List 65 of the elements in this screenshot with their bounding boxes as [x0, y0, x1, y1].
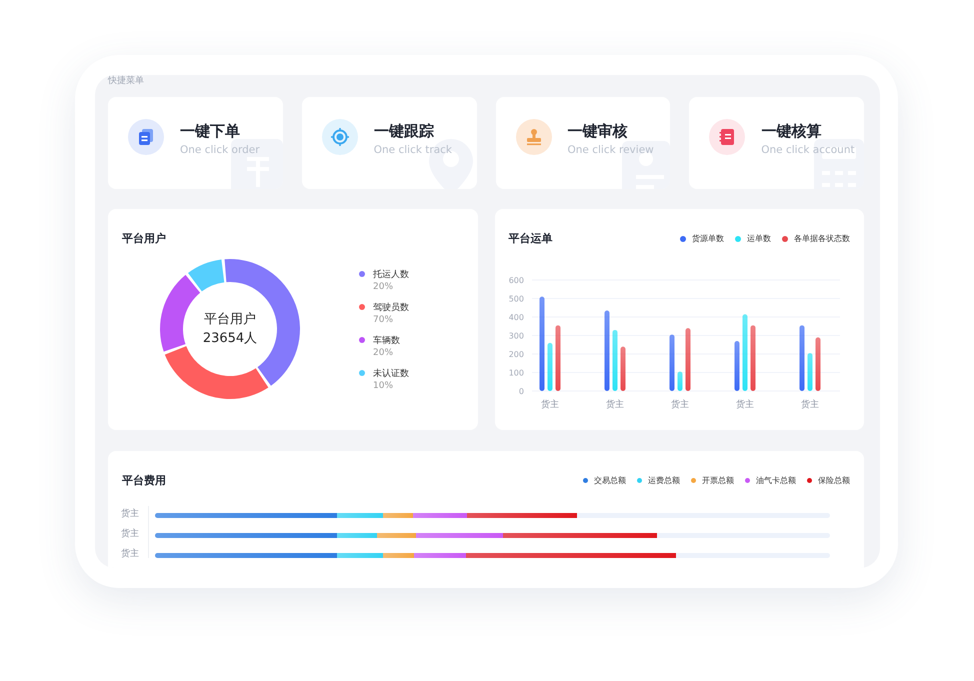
axis-tick-label: 0: [518, 387, 524, 396]
action-subtitle: One click track: [374, 144, 452, 156]
axis-category-label: 货主: [800, 400, 818, 410]
legend-percent: 20%: [373, 282, 394, 292]
bar: [612, 330, 617, 391]
legend-label: 开票总额: [702, 475, 734, 486]
legend-percent: 10%: [373, 380, 394, 390]
axis-tick-label: 300: [508, 332, 524, 340]
action-title: 一键跟踪: [374, 122, 435, 141]
axis-category-label: 货主: [121, 528, 139, 540]
axis-category-label: 货主: [121, 508, 139, 520]
action-subtitle: One click order: [180, 144, 260, 156]
quick-action-card[interactable]: 一键核算 One click account: [689, 97, 864, 189]
center-value: 23654人: [202, 330, 258, 348]
axis-category-label: 货主: [540, 400, 558, 410]
legend-label: 运费总额: [648, 475, 680, 486]
legend-label: 未认证数: [373, 368, 409, 380]
axis-category-label: 货主: [736, 400, 754, 410]
axis-tick-label: 200: [508, 350, 524, 359]
axis-category-label: 货主: [670, 400, 688, 410]
legend-label: 各单据各状态数: [794, 233, 850, 244]
legend-label: 车辆数: [373, 334, 400, 346]
bar: [669, 334, 674, 391]
axis-tick-label: 500: [508, 294, 524, 304]
axis-category-label: 货主: [121, 548, 139, 560]
stamp-icon: [524, 128, 542, 146]
legend-label: 运单数: [747, 233, 771, 244]
quick-action-card[interactable]: 一键跟踪 One click track: [302, 97, 476, 189]
axis-category-label: 货主: [606, 400, 624, 410]
bar: [677, 372, 682, 391]
card-title: 平台用户: [122, 231, 167, 246]
bar: [807, 353, 812, 391]
bar: [815, 337, 820, 391]
action-title: 一键审核: [568, 122, 628, 141]
notebook-icon: [718, 128, 736, 146]
legend-label: 驾驶员数: [373, 302, 409, 314]
legend-percent: 20%: [373, 348, 394, 358]
legend-label: 交易总额: [594, 475, 626, 486]
bar: [620, 346, 625, 391]
axis-tick-label: 600: [508, 276, 524, 285]
target-icon: [330, 128, 349, 146]
bar: [555, 325, 560, 391]
legend-label: 货源单数: [692, 233, 724, 244]
quick-action-card[interactable]: 一键下单 One click order: [108, 97, 283, 189]
legend-percent: 70%: [373, 314, 394, 324]
axis-tick-label: 100: [508, 368, 524, 378]
axis-tick-label: 400: [508, 313, 524, 322]
section-label: 快捷菜单: [108, 75, 145, 88]
action-subtitle: One click review: [568, 144, 654, 156]
center-label: 平台用户: [204, 311, 256, 329]
quick-action-card[interactable]: 一键审核 One click review: [496, 97, 670, 189]
card-title: 平台运单: [508, 231, 552, 246]
card-title: 平台费用: [122, 473, 166, 488]
legend-label: 保险总额: [818, 475, 850, 486]
bar: [750, 325, 755, 391]
legend-label: 托运人数: [373, 268, 409, 280]
bar: [685, 328, 690, 391]
action-subtitle: One click account: [761, 144, 855, 156]
action-title: 一键核算: [761, 122, 822, 141]
bar: [547, 342, 552, 391]
bar: [799, 325, 804, 391]
bar: [734, 341, 739, 391]
documents-icon: [137, 128, 155, 146]
action-title: 一键下单: [180, 122, 241, 141]
legend-label: 油气卡总额: [756, 475, 796, 486]
